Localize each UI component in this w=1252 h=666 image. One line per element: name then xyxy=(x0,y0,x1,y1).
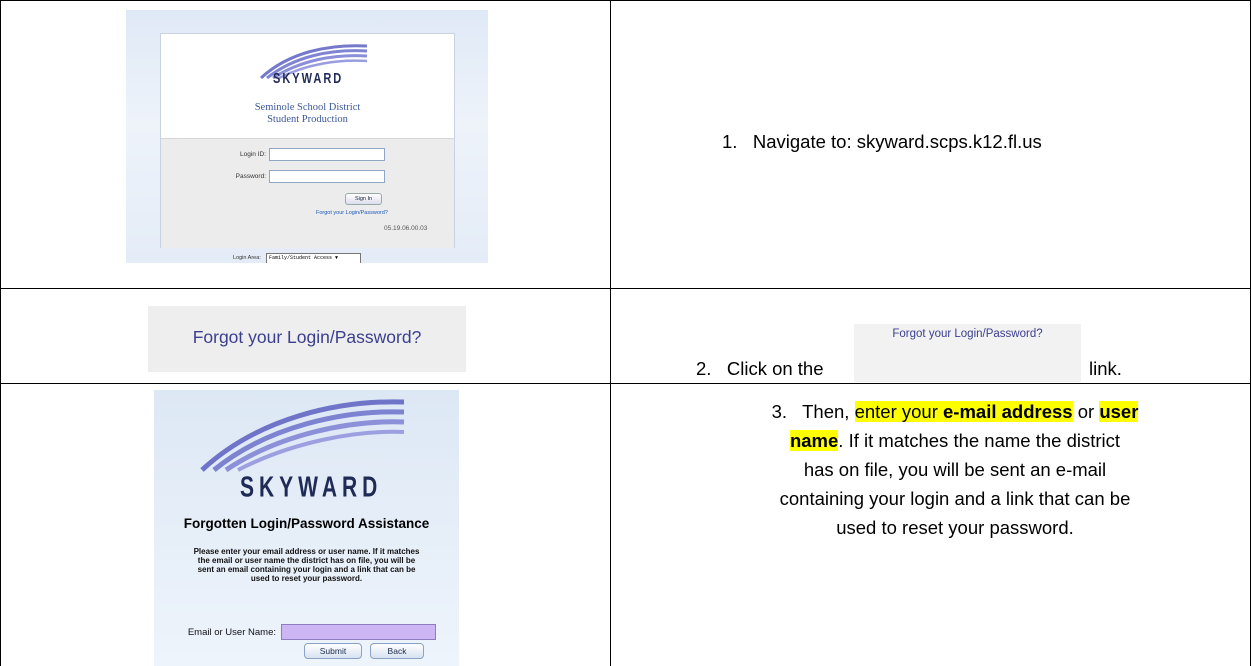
email-username-label: Email or User Name: xyxy=(187,627,276,638)
email-username-input[interactable] xyxy=(281,624,436,640)
forgotten-login-title: Forgotten Login/Password Assistance xyxy=(183,516,430,531)
forgot-password-inline-text: Forgot your Login/Password? xyxy=(892,328,1043,340)
skyward-wordmark: SKYWARD xyxy=(273,71,344,88)
password-input[interactable] xyxy=(269,170,385,183)
password-label: Password: xyxy=(235,173,266,180)
table-border-right xyxy=(1250,0,1251,666)
instructions-line-1: Please enter your email address or user … xyxy=(193,547,420,556)
step-1: 1. Navigate to: skyward.scps.k12.fl.us xyxy=(722,131,1042,153)
step-3-number: 3. xyxy=(771,401,788,422)
login-id-input[interactable] xyxy=(269,148,385,161)
forgotten-password-screenshot: SKYWARD Forgotten Login/Password Assista… xyxy=(154,390,459,666)
forgotten-login-instructions: Please enter your email address or user … xyxy=(160,547,453,583)
forgot-password-image: Forgot your Login/Password? xyxy=(148,306,466,372)
step-2: 2. Click on the xyxy=(696,358,824,380)
step-3-then: Then, xyxy=(802,401,850,422)
login-card: SKYWARD Seminole School District Student… xyxy=(160,33,455,248)
forgot-password-link[interactable]: Forgot your Login/Password? xyxy=(316,210,388,216)
table-border-row1 xyxy=(0,288,1251,289)
step-1-text: Navigate to: skyward.scps.k12.fl.us xyxy=(752,131,1042,152)
skyward-swoosh-icon xyxy=(200,399,405,472)
login-form: Login ID: Password: Sign In Forgot your … xyxy=(161,138,454,248)
forgot-password-inline-image: Forgot your Login/Password? xyxy=(854,324,1081,382)
step-3-line-4: containing your login and a link that ca… xyxy=(779,488,1131,509)
submit-button[interactable]: Submit xyxy=(304,643,362,659)
table-border-top xyxy=(0,0,1251,1)
login-area-label: Login Area: xyxy=(233,255,261,261)
step-3-enter: enter your xyxy=(854,401,938,422)
instructions-line-4: used to reset your password. xyxy=(250,574,363,583)
step-3-name: name xyxy=(789,430,839,451)
table-border-left xyxy=(0,0,1,666)
step-3-line-3: has on file, you will be sent an e-mail xyxy=(803,459,1107,480)
back-button[interactable]: Back xyxy=(370,643,424,659)
step-3-highlight-1: enter your e-mail address xyxy=(854,401,1073,422)
instructions-line-2: the email or user name the district has … xyxy=(197,556,416,565)
step-1-number: 1. xyxy=(722,131,738,152)
version-number: 05.19.06.00.03 xyxy=(384,225,428,232)
skyward-wordmark: SKYWARD xyxy=(240,472,383,504)
step-2-number: 2. xyxy=(696,358,712,379)
forgot-password-image-text: Forgot your Login/Password? xyxy=(192,327,422,347)
step-2-prefix: Click on the xyxy=(726,358,824,379)
login-area-select[interactable]: Family/Student Access ▼ xyxy=(266,253,361,263)
environment-name: Student Production xyxy=(267,114,348,125)
step-3-line-2: name. If it matches the name the distric… xyxy=(690,426,1220,455)
sign-in-button[interactable]: Sign In xyxy=(345,193,382,205)
step-3: 3. Then, enter your e-mail address or us… xyxy=(690,397,1220,542)
step-2-suffix: link. xyxy=(1089,358,1122,379)
district-name: Seminole School District xyxy=(254,102,361,113)
table-border-row2 xyxy=(0,383,1251,384)
step-3-rest-1: . If it matches the name the district xyxy=(838,430,1121,451)
step-3-user: user xyxy=(1099,401,1139,422)
step-3-or: or xyxy=(1077,401,1095,422)
login-id-label: Login ID: xyxy=(239,151,266,158)
step-3-line-5: used to reset your password. xyxy=(836,517,1074,538)
step-3-email: e-mail address xyxy=(943,401,1073,422)
login-screenshot: SKYWARD Seminole School District Student… xyxy=(126,10,488,263)
step-3-line-1: 3. Then, enter your e-mail address or us… xyxy=(690,397,1220,426)
instructions-line-3: sent an email containing your login and … xyxy=(197,565,416,574)
table-border-mid xyxy=(610,0,611,666)
